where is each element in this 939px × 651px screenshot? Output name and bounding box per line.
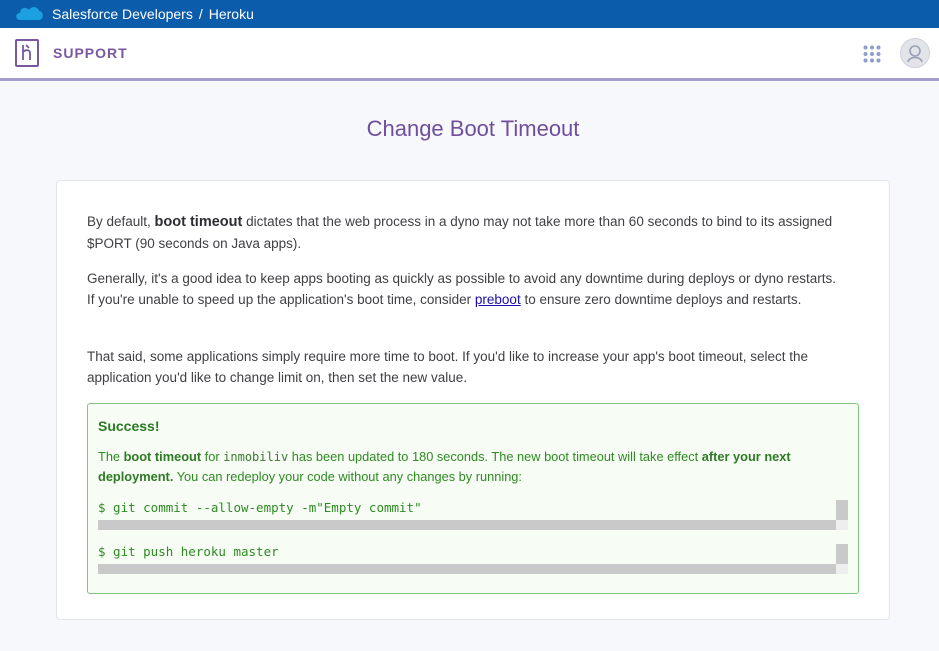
vertical-scrollbar[interactable] bbox=[836, 500, 848, 520]
salesforce-developers-link[interactable]: Salesforce Developers bbox=[52, 6, 193, 22]
horizontal-scrollbar[interactable] bbox=[98, 564, 836, 574]
horizontal-scrollbar[interactable] bbox=[98, 520, 836, 530]
vertical-scrollbar[interactable] bbox=[836, 544, 848, 564]
success-message: The boot timeout for inmobiliv has been … bbox=[98, 449, 791, 484]
app-name: inmobiliv bbox=[223, 450, 289, 464]
avatar-icon bbox=[907, 45, 923, 63]
heroku-logo-icon[interactable] bbox=[15, 39, 39, 67]
commit-command-block: $ git commit --allow-empty -m"Empty comm… bbox=[98, 500, 848, 532]
page-title: Change Boot Timeout bbox=[366, 116, 580, 141]
commit-command[interactable]: $ git commit --allow-empty -m"Empty comm… bbox=[98, 500, 422, 515]
salesforce-cloud-icon[interactable] bbox=[14, 4, 44, 24]
success-alert: Success! The boot timeout for inmobiliv … bbox=[87, 403, 859, 594]
salesforce-topbar: Salesforce Developers / Heroku bbox=[0, 0, 939, 28]
preboot-link[interactable]: preboot bbox=[475, 292, 521, 307]
intro-paragraph: By default, boot timeout dictates that t… bbox=[87, 214, 833, 251]
breadcrumb-separator: / bbox=[198, 6, 203, 22]
content-card: By default, boot timeout dictates that t… bbox=[56, 180, 890, 620]
push-command[interactable]: $ git push heroku master bbox=[98, 544, 279, 559]
scrollbar-corner bbox=[836, 520, 848, 530]
instructions-paragraph: That said, some applications simply requ… bbox=[87, 349, 809, 385]
scrollbar-corner bbox=[836, 564, 848, 574]
boot-timeout-term: boot timeout bbox=[154, 214, 243, 230]
support-section-title[interactable]: SUPPORT bbox=[53, 45, 128, 61]
app-grid-icon[interactable] bbox=[863, 45, 881, 63]
heroku-header: SUPPORT bbox=[0, 28, 939, 81]
preboot-paragraph: Generally, it's a good idea to keep apps… bbox=[87, 271, 837, 307]
heroku-breadcrumb-link[interactable]: Heroku bbox=[209, 6, 254, 22]
user-avatar[interactable] bbox=[900, 38, 930, 68]
push-command-block: $ git push heroku master bbox=[98, 544, 848, 576]
success-title: Success! bbox=[98, 418, 160, 434]
